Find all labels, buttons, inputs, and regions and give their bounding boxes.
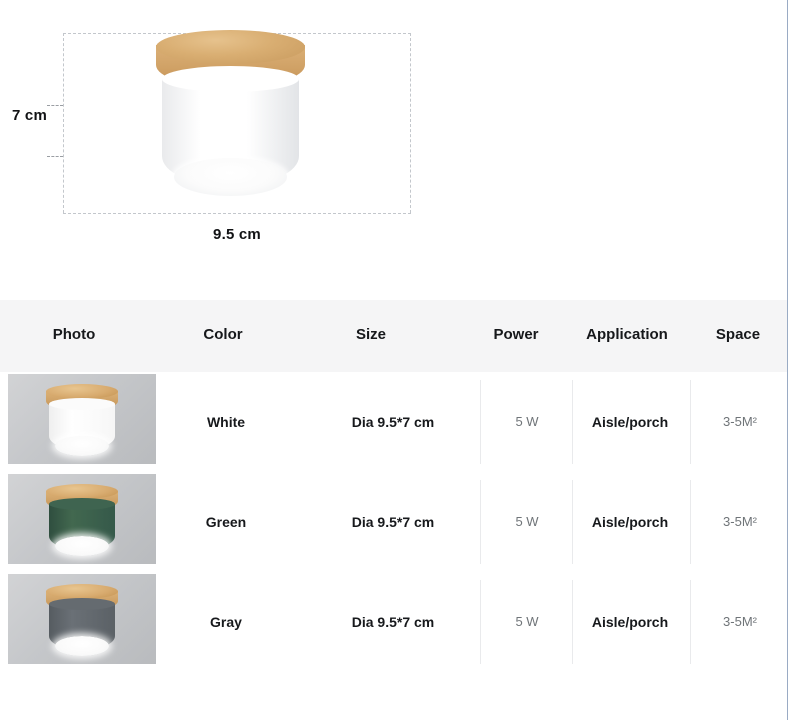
thumb-diffuser-lens xyxy=(55,536,109,556)
thumb-diffuser-lens xyxy=(55,436,109,456)
cell-size: Dia 9.5*7 cm xyxy=(351,614,435,630)
cell-divider xyxy=(480,580,481,664)
cell-divider xyxy=(480,380,481,464)
cell-divider xyxy=(690,380,691,464)
lamp-wood-top xyxy=(156,30,305,64)
product-spec-page: 7 cm 9.5 cm Photo Color Size Power Appli… xyxy=(0,0,800,720)
cell-size: Dia 9.5*7 cm xyxy=(351,414,435,430)
column-header-space: Space xyxy=(715,326,761,343)
cell-color: White xyxy=(206,414,246,430)
cell-divider xyxy=(572,480,573,564)
spec-table: Photo Color Size Power Application Space xyxy=(0,300,787,672)
guide-line-right xyxy=(410,33,411,213)
dimension-diagram: 7 cm 9.5 cm xyxy=(0,0,787,290)
cell-space: 3-5M² xyxy=(723,514,757,529)
thumb-lamp-body-top xyxy=(49,398,115,410)
cell-divider xyxy=(480,480,481,564)
column-header-color: Color xyxy=(203,326,243,343)
column-header-size: Size xyxy=(355,326,387,343)
table-body: White Dia 9.5*7 cm 5 W Aisle/porch 3-5M² xyxy=(0,372,787,672)
cell-divider xyxy=(572,380,573,464)
cell-space: 3-5M² xyxy=(723,614,757,629)
width-dimension-label: 9.5 cm xyxy=(213,226,261,243)
column-header-application: Application xyxy=(586,326,668,343)
thumb-wood-top xyxy=(46,384,118,399)
cell-space: 3-5M² xyxy=(723,414,757,429)
page-right-edge xyxy=(787,0,788,720)
guide-line-bottom xyxy=(63,213,411,214)
height-tick-bottom xyxy=(47,156,63,157)
cell-divider xyxy=(690,580,691,664)
lamp-body-top-ellipse xyxy=(162,66,299,92)
column-header-photo: Photo xyxy=(52,326,96,343)
cell-power: 5 W xyxy=(515,614,539,629)
cell-power: 5 W xyxy=(515,414,539,429)
thumb-wood-top xyxy=(46,484,118,499)
cell-application: Aisle/porch xyxy=(591,614,669,630)
height-tick-top xyxy=(47,105,63,106)
cell-power: 5 W xyxy=(515,514,539,529)
thumb-wood-top xyxy=(46,584,118,599)
thumb-diffuser-lens xyxy=(55,636,109,656)
thumb-lamp-body-top xyxy=(49,598,115,610)
hero-lamp-illustration xyxy=(148,30,313,200)
cell-divider xyxy=(572,580,573,664)
column-header-power: Power xyxy=(493,326,539,343)
table-row[interactable]: Gray Dia 9.5*7 cm 5 W Aisle/porch 3-5M² xyxy=(0,572,787,672)
table-header-row: Photo Color Size Power Application Space xyxy=(0,300,787,372)
cell-color: Green xyxy=(205,514,247,530)
table-row[interactable]: White Dia 9.5*7 cm 5 W Aisle/porch 3-5M² xyxy=(0,372,787,472)
cell-application: Aisle/porch xyxy=(591,514,669,530)
lamp-diffuser-lens xyxy=(174,158,287,196)
guide-line-left xyxy=(63,33,64,213)
table-row[interactable]: Green Dia 9.5*7 cm 5 W Aisle/porch 3-5M² xyxy=(0,472,787,572)
cell-application: Aisle/porch xyxy=(591,414,669,430)
cell-color: Gray xyxy=(210,614,242,630)
height-dimension-label: 7 cm xyxy=(12,107,47,124)
green-lamp-thumbnail[interactable] xyxy=(8,474,156,564)
cell-divider xyxy=(690,480,691,564)
thumb-lamp-body-top xyxy=(49,498,115,510)
gray-lamp-thumbnail[interactable] xyxy=(8,574,156,664)
white-lamp-thumbnail[interactable] xyxy=(8,374,156,464)
cell-size: Dia 9.5*7 cm xyxy=(351,514,435,530)
